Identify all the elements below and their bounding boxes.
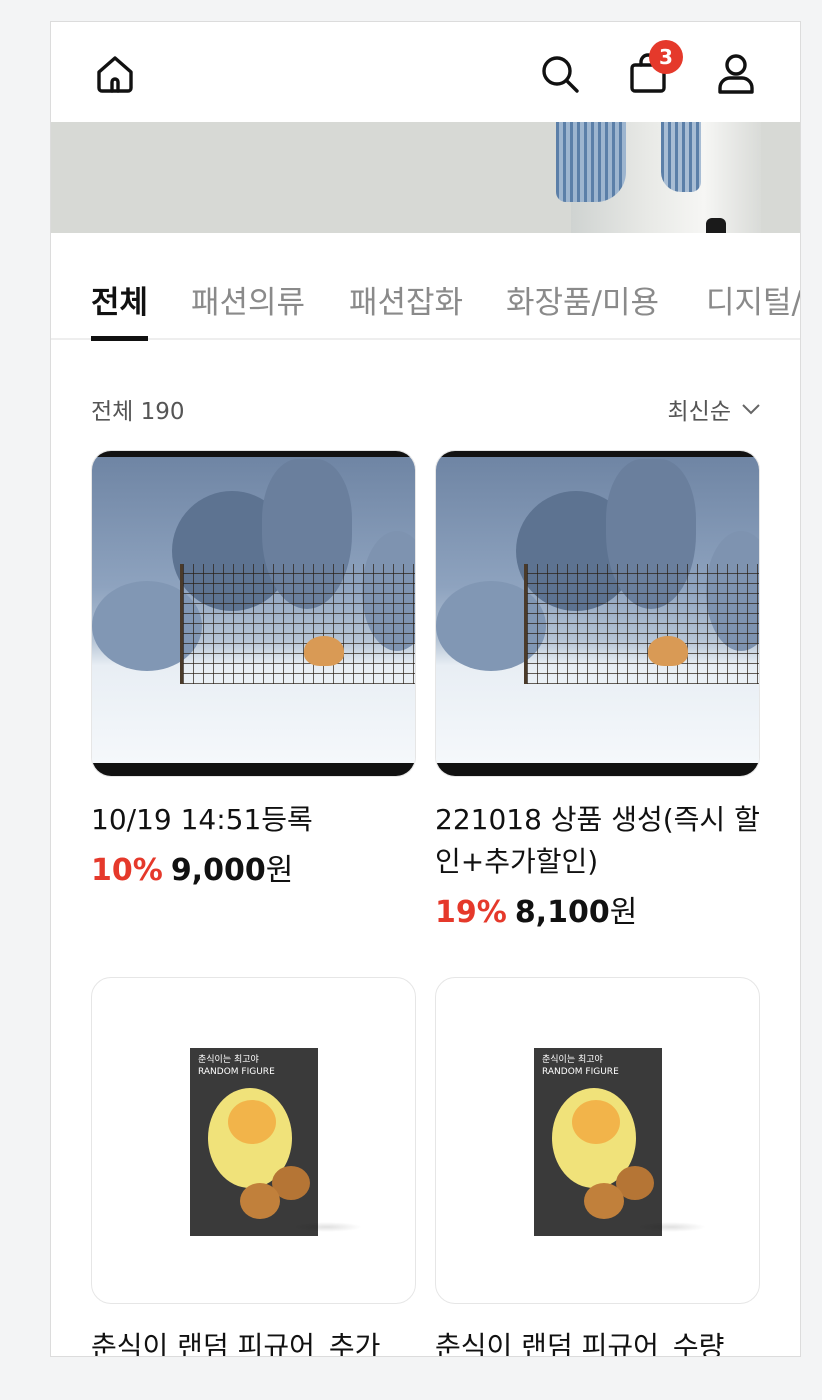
- box-art-character: [240, 1183, 280, 1219]
- sort-dropdown[interactable]: 최신순: [668, 392, 761, 426]
- box-title: 춘식이는 최고야: [198, 1055, 259, 1065]
- product-count: 전체 190: [91, 399, 185, 425]
- scene-fox: [648, 636, 688, 666]
- top-navigation: 3: [51, 22, 800, 122]
- product-title[interactable]: 춘식이 랜덤 피규어_수량: [435, 1326, 760, 1356]
- product-card[interactable]: 춘식이는 최고야 RANDOM FIGURE 춘식이 랜덤 피규어_수량: [435, 977, 760, 1356]
- box-title: 춘식이는 최고야: [542, 1055, 603, 1065]
- currency-label: 원: [609, 895, 638, 930]
- scene-net: [524, 564, 759, 684]
- banner-image-detail: [661, 122, 701, 192]
- list-header: 전체 190 최신순: [91, 392, 761, 425]
- banner-image-detail: [706, 218, 726, 233]
- cart-count-badge: 3: [649, 40, 683, 74]
- box-header: 춘식이는 최고야 RANDOM FIGURE: [198, 1054, 275, 1078]
- product-image[interactable]: [435, 450, 760, 777]
- discount-rate: 19%: [435, 895, 507, 930]
- product-image[interactable]: [91, 450, 416, 777]
- product-image-scene: [436, 451, 759, 776]
- scene-fox: [304, 636, 344, 666]
- box-shadow: [292, 1222, 362, 1232]
- product-image-scene: [92, 451, 415, 776]
- product-title[interactable]: 10/19 14:51등록: [91, 799, 416, 841]
- product-image[interactable]: 춘식이는 최고야 RANDOM FIGURE: [435, 977, 760, 1304]
- product-card[interactable]: 10/19 14:51등록 10% 9,000원: [91, 450, 416, 889]
- product-image[interactable]: 춘식이는 최고야 RANDOM FIGURE: [91, 977, 416, 1304]
- tab-digital[interactable]: 디지털/: [706, 277, 800, 340]
- product-price: 9,000: [170, 853, 266, 888]
- sort-label: 최신순: [667, 399, 731, 425]
- discount-rate: 10%: [91, 853, 163, 888]
- box-shadow: [636, 1222, 706, 1232]
- product-price: 8,100: [514, 895, 610, 930]
- figure-box-image: 춘식이는 최고야 RANDOM FIGURE: [190, 1048, 318, 1236]
- box-subtitle: RANDOM FIGURE: [542, 1067, 619, 1077]
- box-art-character: [572, 1100, 620, 1144]
- app-frame: 3 2 / 2 전체 패션의류 패션잡화 화장품/미용 디지털/ 전체 190 …: [50, 21, 801, 1357]
- chevron-down-icon: [742, 404, 760, 415]
- scene-net: [180, 564, 415, 684]
- product-title[interactable]: 221018 상품 생성(즉시 할인+추가할인): [435, 799, 760, 883]
- product-title[interactable]: 춘식이 랜덤 피규어_추가: [91, 1326, 416, 1356]
- box-art-character: [228, 1100, 276, 1144]
- tab-fashion-accessories[interactable]: 패션잡화: [349, 277, 463, 340]
- box-header: 춘식이는 최고야 RANDOM FIGURE: [542, 1054, 619, 1078]
- tab-all[interactable]: 전체: [91, 277, 149, 341]
- currency-label: 원: [265, 853, 294, 888]
- user-icon[interactable]: [712, 50, 760, 98]
- box-subtitle: RANDOM FIGURE: [198, 1067, 275, 1077]
- category-tabs: 전체 패션의류 패션잡화 화장품/미용 디지털/: [51, 233, 800, 341]
- home-icon[interactable]: [91, 50, 139, 98]
- tab-cosmetics-beauty[interactable]: 화장품/미용: [506, 277, 659, 340]
- figure-box-image: 춘식이는 최고야 RANDOM FIGURE: [534, 1048, 662, 1236]
- product-card[interactable]: 춘식이는 최고야 RANDOM FIGURE 춘식이 랜덤 피규어_추가: [91, 977, 416, 1356]
- product-card[interactable]: 221018 상품 생성(즉시 할인+추가할인) 19% 8,100원: [435, 450, 760, 931]
- banner-image-detail: [556, 122, 626, 202]
- product-price-line: 10% 9,000원: [91, 845, 416, 889]
- search-icon[interactable]: [536, 50, 584, 98]
- promo-banner[interactable]: 2 / 2: [51, 122, 800, 233]
- product-price-line: 19% 8,100원: [435, 887, 760, 931]
- tab-fashion-clothing[interactable]: 패션의류: [191, 277, 305, 340]
- box-art-character: [584, 1183, 624, 1219]
